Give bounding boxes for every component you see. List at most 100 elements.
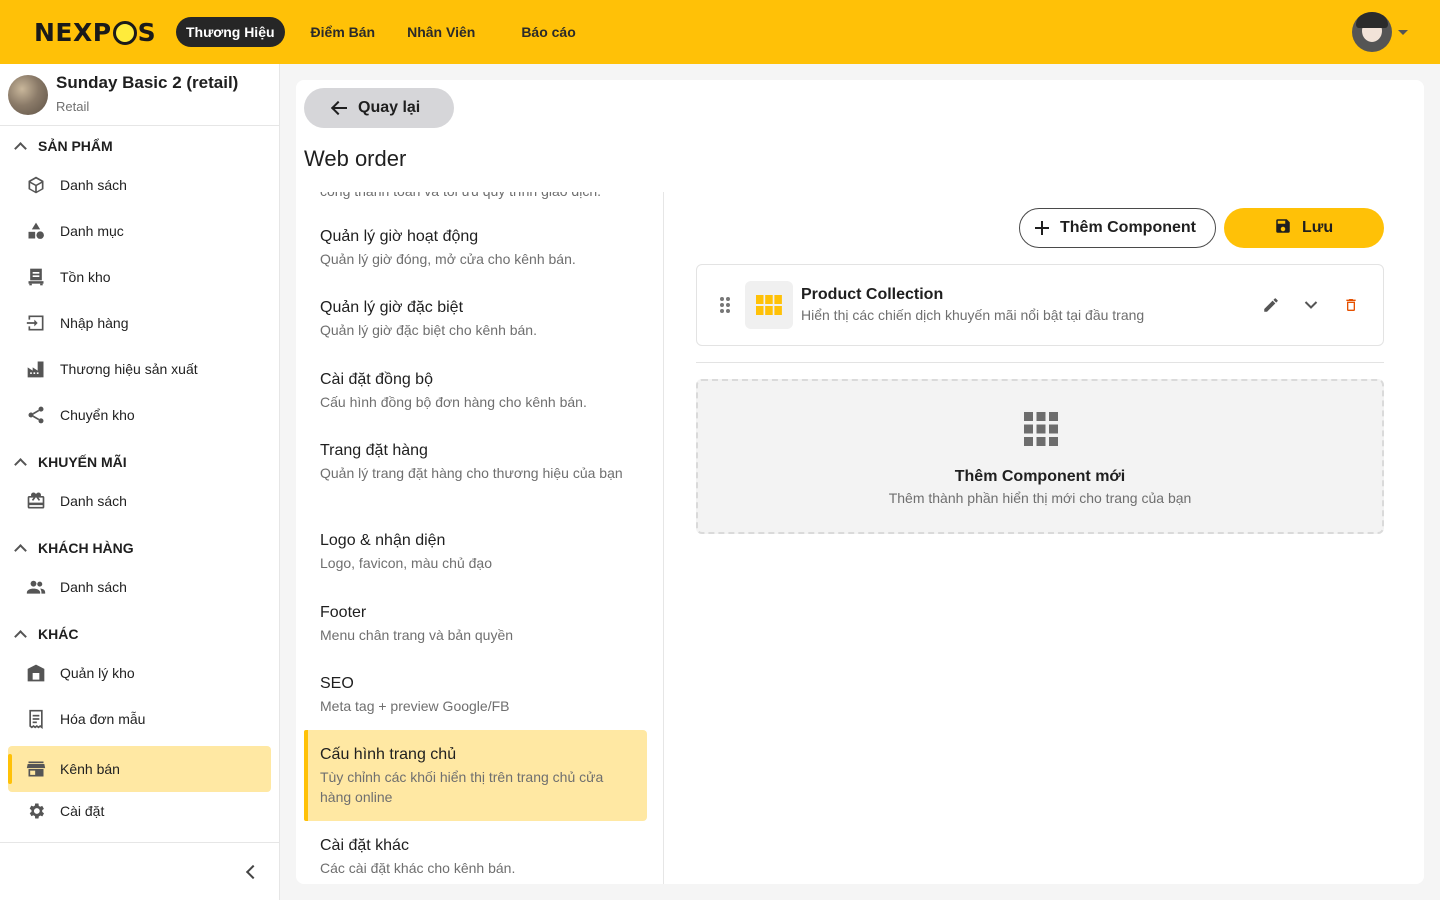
settings-item-title: Quản lý giờ đặc biệt	[320, 299, 464, 316]
settings-item-logo[interactable]: Logo & nhận diện Logo, favicon, màu chủ …	[304, 532, 647, 573]
sidebar-item-thuong-hieu-san-xuat[interactable]: Thương hiệu sản xuất	[8, 346, 271, 392]
dropzone-desc: Thêm thành phần hiển thị mới cho trang c…	[888, 490, 1192, 506]
store-header[interactable]: Sunday Basic 2 (retail) Retail	[0, 64, 279, 126]
settings-item-gio-dac-biet[interactable]: Quản lý giờ đặc biệt Quản lý giờ đặc biệ…	[304, 299, 647, 340]
dropzone-title: Thêm Component mới	[954, 468, 1126, 485]
chevron-up-icon	[15, 141, 25, 151]
component-actions	[1261, 295, 1361, 315]
settings-item-desc: Cấu hình đồng bộ đơn hàng cho kênh bán.	[320, 394, 587, 410]
sidebar-item-danh-sach-san-pham[interactable]: Danh sách	[8, 162, 271, 208]
sidebar-item-hoa-don-mau[interactable]: Hóa đơn mẫu	[8, 696, 271, 742]
sidebar-item-label: Danh sách	[60, 493, 127, 509]
settings-item-footer[interactable]: Footer Menu chân trang và bản quyền	[304, 604, 647, 645]
import-icon	[25, 312, 47, 334]
settings-item-title: Logo & nhận diện	[320, 532, 446, 549]
sidebar-item-danh-sach-khach-hang[interactable]: Danh sách	[8, 564, 271, 610]
back-button[interactable]: Quay lại	[304, 88, 454, 128]
sidebar-item-nhap-hang[interactable]: Nhập hàng	[8, 300, 271, 346]
section-khach-hang[interactable]: KHÁCH HÀNG	[0, 536, 134, 560]
add-component-button[interactable]: Thêm Component	[1019, 208, 1216, 248]
store-icon	[25, 758, 47, 780]
sidebar-item-label: Chuyển kho	[60, 407, 135, 423]
sidebar-item-label: Thương hiệu sản xuất	[60, 361, 198, 377]
nav-bao-cao[interactable]: Báo cáo	[511, 17, 585, 47]
store-avatar	[8, 75, 48, 115]
content-divider	[696, 362, 1384, 363]
sidebar-item-label: Danh sách	[60, 177, 127, 193]
receipt-icon	[25, 708, 47, 730]
sidebar-item-label: Nhập hàng	[60, 315, 129, 331]
sidebar-item-quan-ly-kho[interactable]: Quản lý kho	[8, 650, 271, 696]
section-khuyen-mai[interactable]: KHUYẾN MÃI	[0, 450, 127, 474]
settings-item-desc: Quản lý giờ đóng, mở cửa cho kênh bán.	[320, 251, 576, 267]
factory-icon	[25, 358, 47, 380]
back-button-label: Quay lại	[358, 99, 421, 116]
settings-item-trang-dat-hang[interactable]: Trang đặt hàng Quản lý trang đặt hàng ch…	[304, 442, 647, 483]
chevron-up-icon	[15, 457, 25, 467]
sidebar-item-label: Danh sách	[60, 579, 127, 595]
expand-chevron-down-icon[interactable]	[1301, 295, 1321, 315]
logo-o-icon	[112, 20, 137, 45]
sidebar-item-chuyen-kho[interactable]: Chuyển kho	[8, 392, 271, 438]
add-component-dropzone[interactable]: Thêm Component mới Thêm thành phần hiển …	[696, 379, 1384, 534]
save-button[interactable]: Lưu	[1224, 208, 1384, 248]
logo-text-middle: P	[92, 18, 112, 47]
sidebar-item-label: Hóa đơn mẫu	[60, 711, 146, 727]
warehouse-icon	[25, 662, 47, 684]
drag-handle-icon[interactable]	[719, 296, 731, 319]
nexpos-logo[interactable]: NEX P S	[34, 18, 156, 47]
nav-nhan-vien[interactable]: Nhân Viên	[397, 17, 485, 47]
component-card[interactable]: Product Collection Hiển thị các chiến dị…	[696, 264, 1384, 346]
settings-item-desc: Các cài đặt khác cho kênh bán.	[320, 860, 516, 876]
apps-grid-icon	[1024, 412, 1058, 451]
settings-item-cau-hinh-trang-chu[interactable]: Cấu hình trang chủ Tùy chỉnh các khối hi…	[304, 730, 647, 821]
settings-item-title: Cấu hình trang chủ	[320, 746, 457, 763]
add-component-label: Thêm Component	[1060, 219, 1196, 236]
chevron-up-icon	[15, 543, 25, 553]
settings-item-title: SEO	[320, 675, 354, 692]
sidebar-item-cai-dat[interactable]: Cài đặt	[8, 788, 271, 834]
delete-trash-icon[interactable]	[1341, 295, 1361, 315]
sidebar-item-ton-kho[interactable]: Tồn kho	[8, 254, 271, 300]
store-type: Retail	[56, 99, 90, 114]
sidebar-item-kenh-ban[interactable]: Kênh bán	[8, 746, 271, 792]
settings-item-title: Cài đặt khác	[320, 837, 409, 854]
sidebar-item-danh-sach-khuyen-mai[interactable]: Danh sách	[8, 478, 271, 524]
logo-text-end: S	[137, 18, 157, 47]
sidebar-item-danh-muc[interactable]: Danh mục	[8, 208, 271, 254]
section-label: KHUYẾN MÃI	[38, 454, 127, 470]
settings-item-gio-hoat-dong[interactable]: Quản lý giờ hoạt động Quản lý giờ đóng, …	[304, 228, 647, 269]
sidebar: Sunday Basic 2 (retail) Retail SẢN PHẨM …	[0, 64, 280, 900]
sidebar-item-label: Danh mục	[60, 223, 124, 239]
section-san-pham[interactable]: SẢN PHẨM	[0, 134, 113, 158]
store-name: Sunday Basic 2 (retail)	[56, 73, 239, 92]
edit-pencil-icon[interactable]	[1261, 295, 1281, 315]
settings-item-desc: Menu chân trang và bản quyền	[320, 627, 514, 643]
component-desc: Hiển thị các chiến dịch khuyến mãi nổi b…	[801, 307, 1145, 323]
logo-text-left: NEX	[34, 18, 93, 47]
main-nav: Thương Hiệu Điểm Bán Nhân Viên Báo cáo	[176, 17, 586, 47]
gift-card-icon	[25, 490, 47, 512]
save-icon	[1274, 217, 1292, 240]
settings-item-desc: Quản lý trang đặt hàng cho thương hiệu c…	[320, 465, 623, 481]
plus-icon	[1035, 221, 1049, 235]
user-menu[interactable]	[1352, 12, 1408, 52]
section-label: SẢN PHẨM	[38, 138, 113, 154]
section-label: KHÁCH HÀNG	[38, 540, 134, 556]
settings-item-desc: Logo, favicon, màu chủ đạo	[320, 555, 493, 571]
settings-item-dong-bo[interactable]: Cài đặt đồng bộ Cấu hình đồng bộ đơn hàn…	[304, 371, 647, 412]
people-icon	[25, 576, 47, 598]
settings-item-title: Footer	[320, 604, 367, 621]
inventory-icon	[25, 266, 47, 288]
settings-item-desc: Tùy chỉnh các khối hiển thị trên trang c…	[320, 769, 604, 805]
settings-item-desc: Quản lý giờ đặc biệt cho kênh bán.	[320, 322, 537, 338]
sidebar-item-label: Cài đặt	[60, 803, 105, 819]
section-khac[interactable]: KHÁC	[0, 622, 78, 646]
nav-diem-ban[interactable]: Điểm Bán	[301, 17, 386, 47]
collapse-sidebar-chevron-left-icon[interactable]	[243, 864, 259, 880]
nav-thuong-hieu[interactable]: Thương Hiệu	[176, 17, 285, 47]
settings-item-cut[interactable]: cổng thanh toán và tối ưu quy trình giao…	[304, 192, 647, 201]
settings-item-seo[interactable]: SEO Meta tag + preview Google/FB	[304, 675, 647, 716]
settings-item-cai-dat-khac[interactable]: Cài đặt khác Các cài đặt khác cho kênh b…	[304, 837, 647, 878]
user-avatar[interactable]	[1352, 12, 1392, 52]
